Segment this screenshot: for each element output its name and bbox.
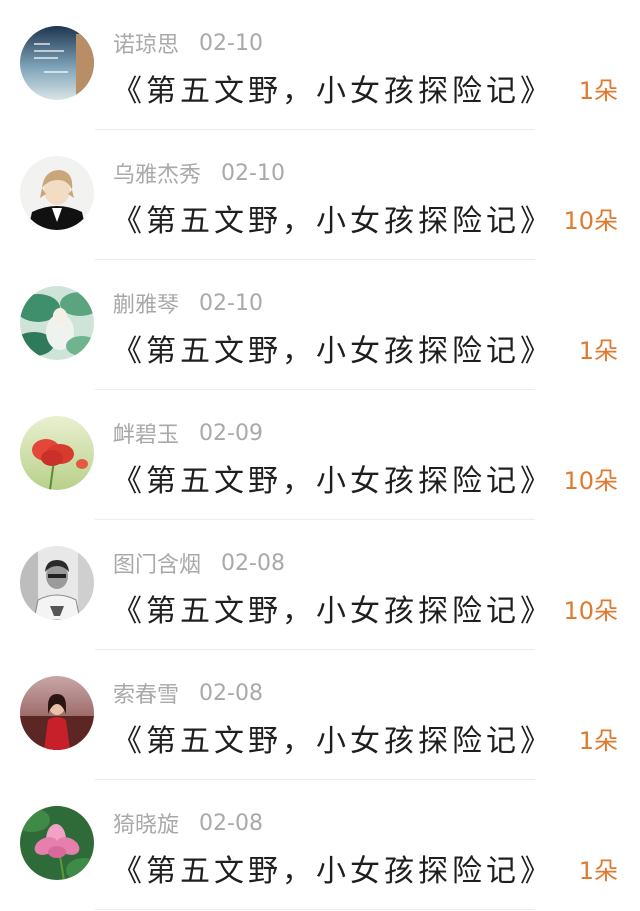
post-date: 02-10 xyxy=(199,30,263,56)
list-item[interactable]: 索春雪 02-08 《第五文野，小女孩探险记》 1朵 xyxy=(0,650,640,780)
book-title[interactable]: 《第五文野，小女孩探险记》 xyxy=(112,846,554,890)
item-meta: 乌雅杰秀 02-10 xyxy=(113,157,285,189)
book-title[interactable]: 《第五文野，小女孩探险记》 xyxy=(112,586,554,630)
green-illustration-avatar[interactable] xyxy=(20,286,94,360)
item-meta: 猗晓旋 02-08 xyxy=(113,807,263,839)
text-scenery-avatar[interactable] xyxy=(20,26,94,100)
flower-count: 1朵 xyxy=(578,337,618,365)
list-item[interactable]: 衅碧玉 02-09 《第五文野，小女孩探险记》 10朵 xyxy=(0,390,640,520)
post-date: 02-09 xyxy=(199,420,263,446)
book-title[interactable]: 《第五文野，小女孩探险记》 xyxy=(112,196,554,240)
item-meta: 图门含烟 02-08 xyxy=(113,547,285,579)
list-item[interactable]: 乌雅杰秀 02-10 《第五文野，小女孩探险记》 10朵 xyxy=(0,130,640,260)
book-title[interactable]: 《第五文野，小女孩探险记》 xyxy=(112,716,554,760)
gift-list: 诺琼思 02-10 《第五文野，小女孩探险记》 1朵 乌雅杰秀 02-10 《第… xyxy=(0,0,640,911)
red-dress-girl-avatar[interactable] xyxy=(20,676,94,750)
user-name[interactable]: 诺琼思 xyxy=(113,27,179,59)
anime-boy-avatar[interactable] xyxy=(20,156,94,230)
user-name[interactable]: 猗晓旋 xyxy=(113,807,179,839)
flower-count: 10朵 xyxy=(563,467,618,495)
user-name[interactable]: 乌雅杰秀 xyxy=(113,157,201,189)
book-title[interactable]: 《第五文野，小女孩探险记》 xyxy=(112,66,554,110)
user-name[interactable]: 图门含烟 xyxy=(113,547,201,579)
post-date: 02-08 xyxy=(221,550,285,576)
list-item[interactable]: 蒯雅琴 02-10 《第五文野，小女孩探险记》 1朵 xyxy=(0,260,640,390)
list-item[interactable]: 图门含烟 02-08 《第五文野，小女孩探险记》 10朵 xyxy=(0,520,640,650)
flower-count: 10朵 xyxy=(563,207,618,235)
book-title[interactable]: 《第五文野，小女孩探险记》 xyxy=(112,326,554,370)
post-date: 02-10 xyxy=(221,160,285,186)
item-meta: 索春雪 02-08 xyxy=(113,677,263,709)
bw-person-avatar[interactable] xyxy=(20,546,94,620)
item-meta: 衅碧玉 02-09 xyxy=(113,417,263,449)
row-divider xyxy=(95,909,535,910)
item-meta: 蒯雅琴 02-10 xyxy=(113,287,263,319)
flower-count: 10朵 xyxy=(563,597,618,625)
book-title[interactable]: 《第五文野，小女孩探险记》 xyxy=(112,456,554,500)
post-date: 02-08 xyxy=(199,810,263,836)
flower-count: 1朵 xyxy=(578,857,618,885)
lotus-flower-avatar[interactable] xyxy=(20,806,94,880)
flower-count: 1朵 xyxy=(578,77,618,105)
post-date: 02-08 xyxy=(199,680,263,706)
item-meta: 诺琼思 02-10 xyxy=(113,27,263,59)
list-item[interactable]: 猗晓旋 02-08 《第五文野，小女孩探险记》 1朵 xyxy=(0,780,640,910)
poppy-flower-avatar[interactable] xyxy=(20,416,94,490)
flower-count: 1朵 xyxy=(578,727,618,755)
list-item[interactable]: 诺琼思 02-10 《第五文野，小女孩探险记》 1朵 xyxy=(0,0,640,130)
post-date: 02-10 xyxy=(199,290,263,316)
user-name[interactable]: 索春雪 xyxy=(113,677,179,709)
user-name[interactable]: 衅碧玉 xyxy=(113,417,179,449)
user-name[interactable]: 蒯雅琴 xyxy=(113,287,179,319)
